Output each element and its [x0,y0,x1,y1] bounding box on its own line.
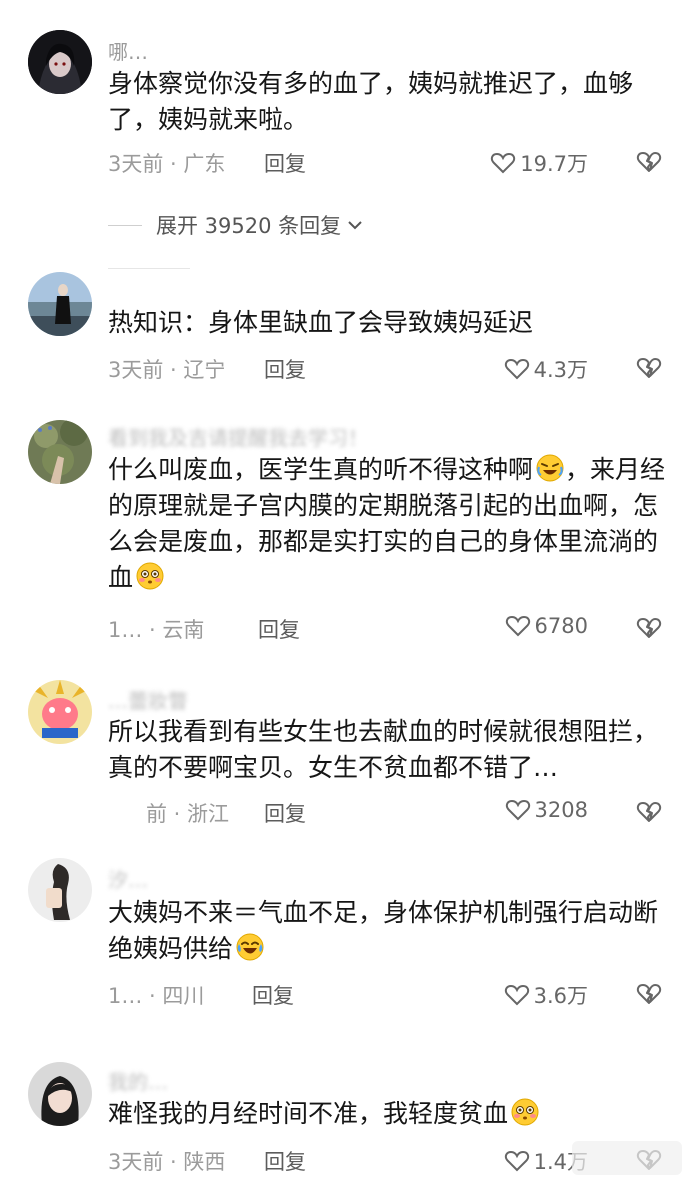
like-button[interactable]: 4.3万 [504,354,588,384]
avatar[interactable] [28,30,92,94]
username[interactable]: 我的… [108,1066,168,1095]
divider [108,268,190,269]
comment-text-part: 大姨妈不来＝气血不足，身体保护机制强行启动断绝姨妈供给 [108,898,659,963]
reply-button[interactable]: 回复 [252,980,294,1010]
divider [108,224,142,226]
blushing-face-emoji [136,562,164,590]
blushing-face-emoji [511,1098,539,1126]
comment-text: 什么叫废血，医学生真的听不得这种啊 ，来月经的原理就是子宫内膜的定期脱落引起的出… [108,452,668,596]
reply-button[interactable]: 回复 [264,354,306,384]
reply-button[interactable]: 回复 [258,614,300,644]
reply-button[interactable]: 回复 [264,798,306,828]
broken-heart-icon[interactable] [636,150,662,174]
heart-outline-icon [504,1150,529,1172]
heart-outline-icon [505,615,530,637]
heart-outline-icon [505,799,530,821]
comment-text-part: 难怪我的月经时间不准，我轻度贫血 [108,1099,509,1128]
broken-heart-icon[interactable] [636,800,662,824]
avatar[interactable] [28,420,92,484]
broken-heart-icon[interactable] [636,616,662,640]
like-count: 3208 [534,798,588,822]
expand-replies-button[interactable]: 展开 39520 条回复 [108,210,365,240]
like-button[interactable]: 3.6万 [504,980,588,1010]
comment-text: 难怪我的月经时间不准，我轻度贫血 [108,1096,668,1132]
comment-text: 大姨妈不来＝气血不足，身体保护机制强行启动断绝姨妈供给 [108,895,668,967]
time-location: 3天前 · 广东 [108,152,226,176]
reply-button[interactable]: 回复 [264,1146,306,1176]
comment-text: 所以我看到有些女生也去献血的时候就很想阻拦，真的不要啊宝贝。女生不贫血都不错了… [108,717,659,782]
time-location: 3天前 · 辽宁 [108,358,226,382]
like-button[interactable]: 6780 [505,614,588,638]
rolling-laugh-emoji [536,454,564,482]
like-button[interactable]: 19.7万 [490,148,588,178]
heart-outline-icon [504,358,529,380]
like-button[interactable]: 3208 [505,798,588,822]
username[interactable]: …蕾妝瞥 [108,685,188,714]
heart-outline-icon [491,152,516,174]
heart-outline-icon [504,984,529,1006]
like-count: 6780 [534,614,588,638]
avatar[interactable] [28,858,92,922]
watermark [572,1141,682,1175]
comment-text-part: 什么叫废血，医学生真的听不得这种啊 [108,455,534,484]
comment-text: 身体察觉你没有多的血了，姨妈就推迟了，血够了，姨妈就来啦。 [108,69,634,134]
tears-of-joy-emoji [236,933,264,961]
like-count: 4.3万 [533,358,588,382]
avatar[interactable] [28,1062,92,1126]
avatar[interactable] [28,272,92,336]
expand-replies-label: 展开 39520 条回复 [156,214,342,238]
broken-heart-icon[interactable] [636,982,662,1006]
like-count: 3.6万 [533,984,588,1008]
time-location: 1… · 云南 [108,618,205,642]
comment-text: 热知识：身体里缺血了会导致姨妈延迟 [108,308,534,337]
time-location: 3天前 · 陕西 [108,1150,226,1174]
like-count: 19.7万 [520,152,588,176]
username[interactable]: 哪… [108,36,148,65]
time-location: 1… · 四川 [108,984,205,1008]
chevron-down-icon [348,221,362,230]
broken-heart-icon[interactable] [636,356,662,380]
username[interactable]: 看到我及吉请提醒我去学习！ [108,422,368,451]
time-location: 前 · 浙江 [146,802,230,826]
reply-button[interactable]: 回复 [264,148,306,178]
avatar[interactable] [28,680,92,744]
username[interactable]: 汐… [108,864,148,893]
